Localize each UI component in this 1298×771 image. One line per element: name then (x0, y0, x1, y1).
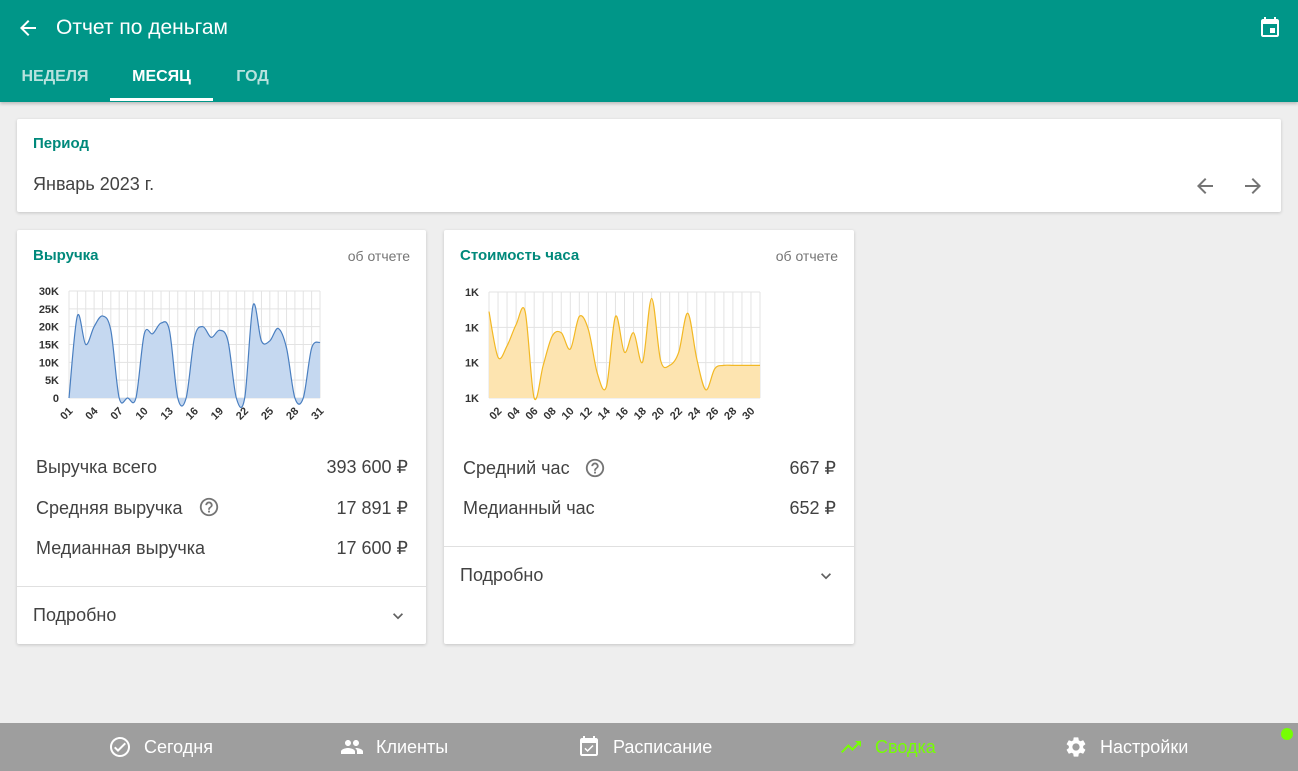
revenue-chart: 0 5K 10K 15K 20K 25K 30K 01 04 07 10 13 16 19 22 25 28 31 (39, 286, 327, 423)
x-tick-label: 02 (487, 405, 504, 422)
revenue-card: Выручка об отчете 0 5K 10K 15K 20K 25K 30K 01 04… (17, 230, 426, 644)
stat-label-median: Медианная выручка (36, 538, 205, 558)
divider (17, 586, 426, 587)
x-tick-label: 19 (209, 405, 226, 422)
x-tick-label: 20 (650, 405, 667, 422)
y-tick-label: 0 (53, 393, 59, 405)
nav-schedule[interactable]: Расписание (577, 723, 712, 771)
stat-label-median-hour: Медианный час (463, 498, 595, 518)
stat-value-median-hour: 652 ₽ (789, 498, 837, 518)
y-tick-label: 25K (39, 304, 59, 316)
x-tick-label: 30 (740, 405, 757, 422)
tab-month[interactable]: МЕСЯЦ (110, 58, 213, 102)
x-tick-label: 22 (234, 405, 251, 422)
x-tick-label: 12 (578, 405, 595, 422)
nav-summary-label: Сводка (875, 736, 936, 757)
x-tick-label: 10 (560, 405, 577, 422)
help-icon[interactable] (584, 457, 606, 479)
y-tick-label: 30K (39, 286, 59, 298)
x-tick-label: 22 (668, 405, 685, 422)
x-tick-label: 06 (523, 405, 540, 422)
nav-summary[interactable]: Сводка (839, 723, 936, 771)
app-bar: Отчет по деньгам НЕДЕЛЯ МЕСЯЦ ГОД (0, 0, 1298, 102)
y-tick-label: 15K (39, 340, 59, 352)
nav-today[interactable]: Сегодня (108, 723, 213, 771)
x-tick-label: 28 (722, 405, 739, 422)
page-title: Отчет по деньгам (56, 16, 228, 39)
back-arrow-icon[interactable] (16, 16, 40, 40)
period-value: Январь 2023 г. (33, 174, 155, 194)
y-tick-label: 10K (39, 357, 59, 369)
nav-schedule-label: Расписание (613, 736, 713, 757)
people-icon (341, 740, 363, 754)
x-tick-label: 16 (184, 405, 201, 422)
hour-cost-chart: 1K 1K 1K 1K 02 04 06 08 10 12 14 16 18 20 22 24 26 28 30 (465, 287, 761, 423)
next-period-arrow-icon[interactable] (1241, 174, 1265, 198)
divider (444, 546, 854, 547)
stat-value-total: 393 600 ₽ (326, 457, 408, 477)
nav-settings-label: Настройки (1100, 736, 1189, 757)
x-tick-label: 14 (596, 405, 614, 423)
chevron-down-icon[interactable] (816, 566, 836, 586)
revenue-about-link[interactable]: об отчете (348, 248, 410, 264)
x-tick-label: 08 (542, 405, 559, 422)
tab-year[interactable]: ГОД (225, 58, 280, 102)
stat-value-avg-hour: 667 ₽ (789, 458, 837, 478)
bottom-navigation: Сегодня Клиенты Расписание Сводка Настро… (0, 723, 1298, 771)
x-tick-label: 13 (159, 405, 176, 422)
x-tick-label: 07 (109, 405, 126, 422)
revenue-more-label[interactable]: Подробно (33, 605, 116, 626)
hour-about-link[interactable]: об отчете (776, 248, 838, 264)
x-tick-label: 25 (259, 405, 276, 422)
hour-cost-title: Стоимость часа (460, 247, 580, 264)
chevron-down-icon[interactable] (388, 606, 408, 626)
hour-cost-card: Стоимость часа об отчете 1K 1K 1K 1K 02 04 06 0… (444, 230, 854, 644)
stat-value-average: 17 891 ₽ (336, 498, 408, 518)
check-circle-icon (110, 737, 130, 757)
x-tick-label: 04 (83, 405, 101, 423)
nav-clients-label: Клиенты (376, 736, 449, 757)
calendar-check-icon (580, 736, 598, 756)
trending-up-icon (841, 741, 861, 753)
stat-label-average: Средняя выручка (36, 498, 183, 518)
hour-more-label[interactable]: Подробно (460, 565, 543, 586)
x-tick-label: 24 (686, 405, 704, 423)
stat-label-total: Выручка всего (36, 457, 157, 477)
x-tick-label: 04 (505, 405, 523, 423)
nav-clients[interactable]: Клиенты (340, 723, 448, 771)
x-tick-label: 28 (284, 405, 301, 422)
prev-period-arrow-icon[interactable] (1193, 174, 1217, 198)
y-tick-label: 20K (39, 322, 59, 334)
y-tick-label: 1K (465, 322, 479, 334)
nav-settings[interactable]: Настройки (1064, 723, 1188, 771)
calendar-icon[interactable] (1258, 16, 1282, 40)
nav-today-label: Сегодня (144, 736, 213, 757)
y-tick-label: 1K (465, 287, 479, 299)
y-tick-label: 1K (465, 358, 479, 370)
stat-label-avg-hour: Средний час (463, 458, 570, 478)
revenue-title: Выручка (33, 247, 99, 264)
tab-week[interactable]: НЕДЕЛЯ (12, 58, 98, 102)
stat-value-median: 17 600 ₽ (336, 538, 408, 558)
gear-icon (1066, 737, 1086, 757)
x-tick-label: 26 (704, 405, 721, 422)
x-tick-label: 10 (134, 405, 151, 422)
help-icon[interactable] (198, 496, 220, 518)
tab-indicator (110, 98, 213, 101)
status-dot (1281, 728, 1293, 740)
y-tick-label: 5K (45, 375, 59, 387)
period-label: Период (33, 135, 89, 152)
x-tick-label: 31 (309, 405, 326, 422)
y-tick-label: 1K (465, 393, 479, 405)
x-tick-label: 18 (632, 405, 649, 422)
x-tick-label: 16 (614, 405, 631, 422)
x-tick-label: 01 (58, 405, 75, 422)
period-card: Период Январь 2023 г. (17, 119, 1281, 212)
